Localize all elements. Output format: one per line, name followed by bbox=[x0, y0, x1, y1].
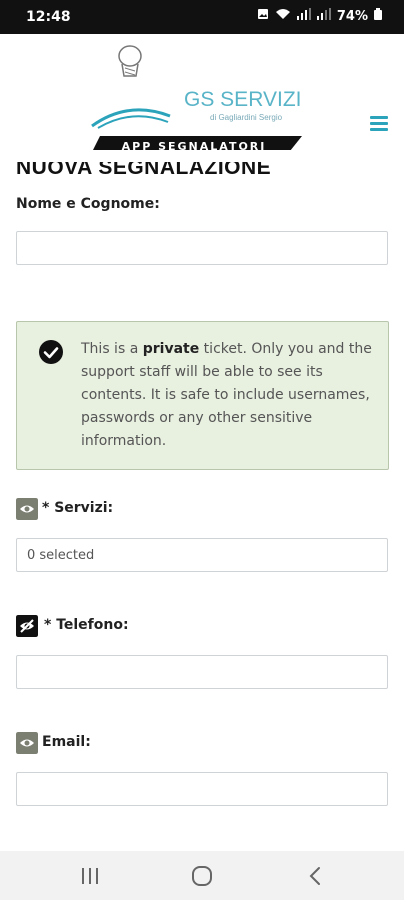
svg-text:di Gagliardini Sergio: di Gagliardini Sergio bbox=[210, 113, 283, 122]
signal-icon-2 bbox=[316, 8, 331, 24]
eye-slash-icon[interactable] bbox=[16, 615, 38, 637]
back-icon[interactable] bbox=[304, 865, 328, 887]
eye-icon[interactable] bbox=[16, 498, 38, 520]
home-icon[interactable] bbox=[190, 865, 214, 887]
telefono-label: * Telefono: bbox=[44, 617, 129, 633]
name-label: Nome e Cognome: bbox=[16, 196, 160, 212]
servizi-select[interactable]: 0 selected bbox=[16, 538, 388, 572]
private-ticket-notice: This is a private ticket. Only you and t… bbox=[16, 321, 389, 470]
svg-text:GS SERVIZI: GS SERVIZI bbox=[184, 88, 301, 111]
email-label: Email: bbox=[42, 734, 91, 750]
battery-icon bbox=[374, 8, 382, 24]
servizi-label: * Servizi: bbox=[42, 500, 114, 516]
menu-icon[interactable] bbox=[370, 116, 388, 132]
check-circle-icon bbox=[39, 340, 63, 364]
wifi-icon bbox=[275, 8, 291, 24]
image-notification-icon bbox=[257, 8, 269, 24]
lightbulb-icon bbox=[118, 45, 142, 77]
gs-servizi-logo: GS SERVIZI di Gagliardini Sergio APP SEG… bbox=[90, 45, 302, 156]
telefono-input[interactable] bbox=[16, 655, 388, 689]
status-time: 12:48 bbox=[26, 9, 71, 25]
status-icons: 74% bbox=[257, 8, 382, 24]
system-nav-bar bbox=[0, 851, 404, 900]
email-input[interactable] bbox=[16, 772, 388, 806]
recent-apps-icon[interactable] bbox=[78, 865, 102, 887]
eye-icon[interactable] bbox=[16, 732, 38, 754]
status-bar: 12:48 74% bbox=[0, 0, 404, 34]
name-input[interactable] bbox=[16, 231, 388, 265]
signal-icon bbox=[296, 8, 311, 24]
notice-text: This is a private ticket. Only you and t… bbox=[81, 341, 372, 449]
battery-percent: 74% bbox=[336, 8, 368, 24]
